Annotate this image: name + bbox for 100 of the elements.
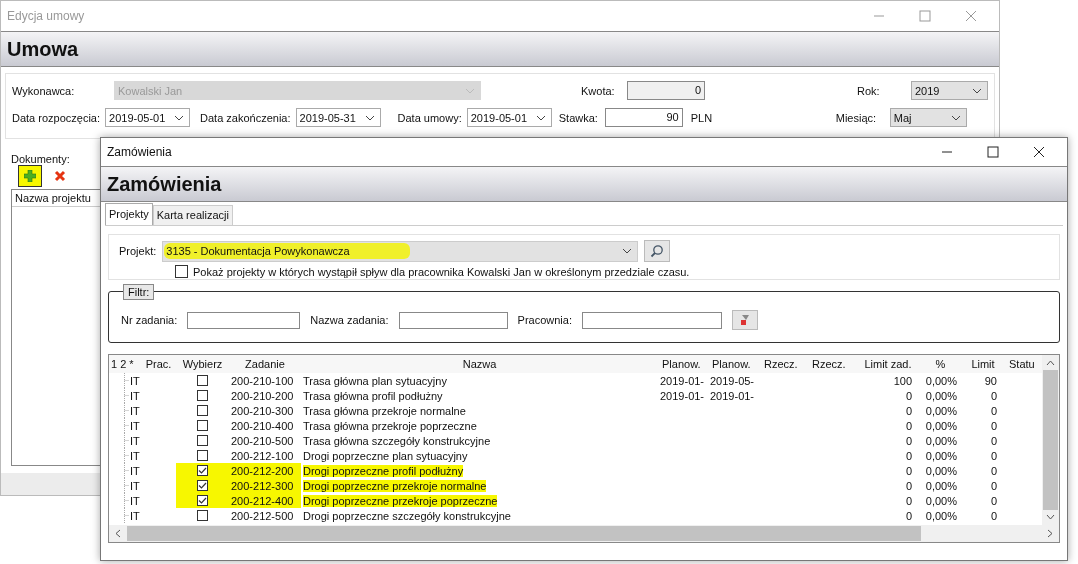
- table-cell-text: 0: [989, 433, 998, 448]
- table-cell: IT: [130, 479, 140, 492]
- tab[interactable]: Projekty: [105, 203, 153, 225]
- month-dropdown[interactable]: Maj: [889, 108, 967, 127]
- checkbox[interactable]: [197, 495, 208, 506]
- checkbox[interactable]: [197, 510, 208, 521]
- table-cell-text: 0: [989, 403, 998, 418]
- column-header[interactable]: Planow.: [708, 358, 760, 370]
- checkbox[interactable]: [175, 265, 188, 278]
- table-cell: IT: [130, 434, 140, 447]
- table-cell: 2019-05-: [710, 374, 755, 387]
- checkbox[interactable]: [197, 435, 208, 446]
- clear-filter-button[interactable]: [731, 310, 758, 330]
- table-cell-text: 0: [904, 508, 913, 523]
- date-picker[interactable]: 2019-05-01: [105, 108, 191, 127]
- field-label: Data zakończenia:: [200, 111, 291, 124]
- scroll-down-icon[interactable]: [1046, 514, 1055, 520]
- table-cell-text: 200-210-200: [230, 388, 295, 403]
- chevron-icon: [972, 87, 982, 94]
- header-title: Zamówienia: [107, 172, 222, 196]
- table-cell: IT: [130, 374, 140, 387]
- table-cell-text: 200-210-300: [230, 403, 295, 418]
- table-cell-text: 0: [904, 463, 913, 478]
- scroll-up-icon[interactable]: [1046, 360, 1055, 366]
- column-header[interactable]: Wybierz: [176, 358, 229, 370]
- vertical-scrollbar[interactable]: [1042, 355, 1059, 525]
- checkbox[interactable]: [197, 450, 208, 461]
- column-header[interactable]: 1 2 *: [109, 358, 141, 370]
- column-header[interactable]: Zadanie: [229, 358, 301, 370]
- table-cell-text: 0,00%: [924, 508, 958, 523]
- date-picker[interactable]: 2019-05-31: [295, 108, 381, 127]
- checkbox[interactable]: [197, 465, 208, 476]
- input-field[interactable]: [581, 311, 722, 329]
- table-cell-text: 0: [989, 508, 998, 523]
- chevron-icon: [535, 114, 546, 121]
- table-cell-text: 0,00%: [924, 418, 958, 433]
- checkbox[interactable]: [197, 420, 208, 431]
- table-cell-text: 90: [983, 373, 998, 388]
- checkbox[interactable]: [197, 375, 208, 386]
- table-cell-text: 0: [989, 418, 998, 433]
- table-cell: Trasa główna plan sytuacyjny: [303, 374, 447, 387]
- amount-field: 0: [627, 81, 705, 100]
- close-icon[interactable]: [1033, 146, 1045, 158]
- table-cell-text: 0: [989, 463, 998, 478]
- table-cell: IT: [130, 464, 140, 477]
- table-cell-text: 0: [989, 388, 998, 403]
- search-icon: [650, 244, 665, 258]
- table-cell-text: 0: [904, 448, 913, 463]
- rate-field[interactable]: 90: [604, 108, 683, 127]
- field-label: Miesiąc:: [835, 111, 878, 124]
- input-field[interactable]: [187, 311, 301, 329]
- chevron-icon: [174, 114, 185, 121]
- table-cell: IT: [130, 494, 140, 507]
- table-cell-text: 200-210-100: [230, 373, 295, 388]
- tab[interactable]: Karta realizacji: [152, 205, 233, 225]
- field-label: Pracownia:: [517, 314, 572, 326]
- broom-icon: [738, 314, 751, 326]
- header-title: Umowa: [7, 37, 79, 61]
- maximize-icon[interactable]: [987, 146, 999, 158]
- date-picker[interactable]: 2019-05-01: [466, 108, 552, 127]
- chevron-icon: [950, 114, 961, 121]
- table-cell: IT: [130, 389, 140, 402]
- table-cell-text: 0,00%: [924, 493, 958, 508]
- table-cell-text: 200-210-400: [230, 418, 295, 433]
- chevron-icon: [465, 87, 475, 94]
- add-button[interactable]: [18, 165, 42, 187]
- table-cell-text: 0: [904, 418, 913, 433]
- table-cell: IT: [130, 449, 140, 462]
- table-cell: IT: [130, 509, 140, 522]
- checkbox[interactable]: [197, 390, 208, 401]
- field-label: Nazwa zadania:: [310, 314, 389, 326]
- scroll-right-icon[interactable]: [1047, 529, 1053, 538]
- column-header[interactable]: Planow.: [658, 358, 708, 370]
- year-dropdown[interactable]: 2019: [911, 81, 988, 100]
- column-header[interactable]: Limit: [963, 358, 1003, 370]
- table-cell: Trasa główna przekroje normalne: [303, 404, 466, 417]
- group-title: Filtr:: [123, 284, 155, 300]
- column-header[interactable]: %: [918, 358, 963, 370]
- column-header[interactable]: Rzecz.: [808, 358, 858, 370]
- column-header[interactable]: Statu: [1003, 358, 1043, 370]
- table-cell-text: 0: [904, 433, 913, 448]
- column-header[interactable]: Rzecz.: [760, 358, 808, 370]
- checkbox[interactable]: [197, 480, 208, 491]
- table-cell-text: 0,00%: [924, 403, 958, 418]
- table-cell-text: 0: [904, 388, 913, 403]
- column-header[interactable]: Prac.: [141, 358, 176, 370]
- column-header[interactable]: Limit zad.: [858, 358, 918, 370]
- search-button[interactable]: [644, 240, 671, 262]
- table-cell: IT: [130, 419, 140, 432]
- input-field[interactable]: [398, 311, 508, 329]
- scroll-left-icon[interactable]: [115, 529, 121, 538]
- window-title: Edycja umowy: [7, 9, 85, 23]
- table-cell: Trasa główna szczegóły konstrukcyjne: [303, 434, 491, 447]
- horizontal-scrollbar[interactable]: [109, 525, 1059, 542]
- table-cell: Drogi poprzeczne przekroje normalne: [303, 479, 487, 492]
- delete-icon[interactable]: [54, 170, 66, 182]
- table-cell-text: 0,00%: [924, 478, 958, 493]
- checkbox[interactable]: [197, 405, 208, 416]
- column-header[interactable]: Nazwa: [301, 358, 658, 370]
- project-dropdown[interactable]: 3135 - Dokumentacja Powykonawcza: [162, 240, 639, 262]
